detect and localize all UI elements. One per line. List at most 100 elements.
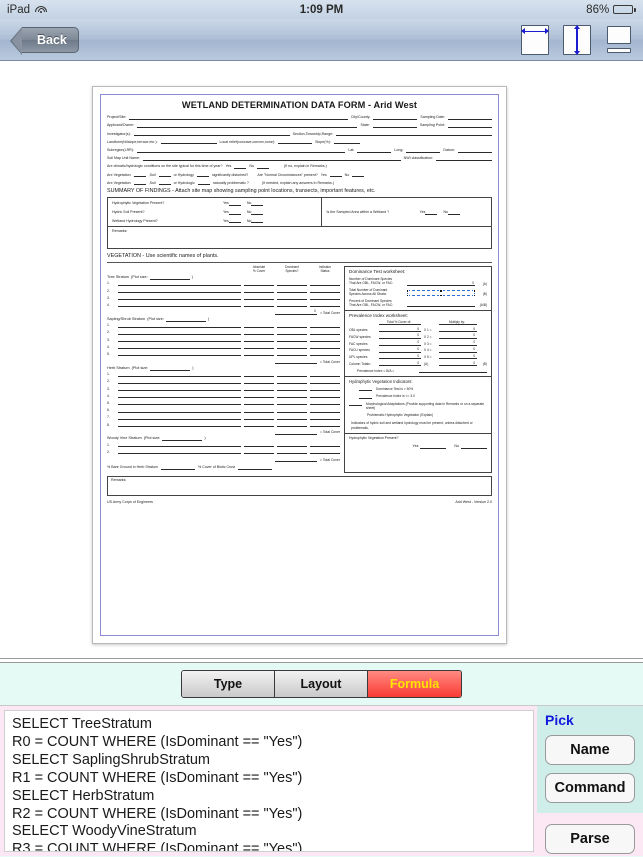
summary-remarks-field[interactable]: Remarks: — [108, 226, 491, 248]
climatic-yes-field[interactable] — [234, 164, 247, 169]
species-name-field[interactable] — [118, 345, 241, 350]
sampling-point-field[interactable] — [448, 123, 492, 128]
page-split-icon[interactable] — [605, 25, 633, 55]
indicator-field[interactable] — [310, 303, 340, 308]
soil-map-unit-field[interactable] — [142, 156, 401, 161]
form-page[interactable]: WETLAND DETERMINATION DATA FORM - Arid W… — [92, 86, 507, 644]
dominant-field[interactable] — [277, 303, 307, 308]
resize-handle-bottom-right[interactable] — [472, 293, 476, 297]
dominant-field[interactable] — [277, 288, 307, 293]
species-name-field[interactable] — [118, 372, 241, 377]
percent-dominant-field[interactable] — [407, 302, 475, 307]
local-relief-field[interactable] — [278, 140, 313, 145]
species-name-field[interactable] — [118, 394, 241, 399]
indicator-field[interactable] — [310, 394, 340, 399]
cover-field[interactable] — [244, 281, 274, 286]
sampling-date-field[interactable] — [448, 115, 492, 120]
herb-plot-size-field[interactable] — [150, 366, 191, 371]
cover-field[interactable] — [244, 422, 274, 427]
back-button[interactable]: Back — [10, 26, 79, 55]
cover-field[interactable] — [244, 443, 274, 448]
fit-height-icon[interactable] — [563, 24, 591, 55]
species-name-field[interactable] — [118, 296, 241, 301]
tab-layout[interactable]: Layout — [275, 671, 368, 697]
soil-problematic-field[interactable] — [158, 181, 171, 186]
dominant-field[interactable] — [277, 330, 307, 335]
dominant-field[interactable] — [277, 379, 307, 384]
dominant-obl-facw-fac-field[interactable]: 0 — [407, 281, 475, 286]
tree-total-cover-field[interactable]: 0 — [274, 309, 317, 315]
resize-handle-bottom-left[interactable] — [406, 293, 410, 297]
woody-vine-total-cover-field[interactable] — [274, 457, 317, 463]
indicator-field[interactable] — [310, 330, 340, 335]
sampled-area-no-field[interactable] — [448, 210, 461, 215]
resize-handle-top-middle[interactable] — [439, 289, 443, 293]
cover-field[interactable] — [244, 330, 274, 335]
morphological-adaptations-checkbox[interactable] — [349, 402, 362, 407]
dominant-field[interactable] — [277, 372, 307, 377]
dominant-field[interactable] — [277, 394, 307, 399]
vegetation-problematic-field[interactable] — [133, 181, 146, 186]
prevalence-index-field[interactable] — [419, 368, 487, 374]
applicant-owner-field[interactable] — [137, 123, 358, 128]
investigators-field[interactable] — [133, 132, 290, 137]
species-name-field[interactable] — [118, 352, 241, 357]
bare-ground-field[interactable] — [160, 465, 195, 470]
hydrophytic-present-no-field[interactable] — [461, 444, 487, 450]
resize-handle-bottom-middle[interactable] — [439, 293, 443, 297]
cover-field[interactable] — [244, 288, 274, 293]
column-total-b-field[interactable]: 0 — [439, 361, 477, 367]
climatic-no-field[interactable] — [256, 164, 269, 169]
datum-field[interactable] — [458, 148, 492, 153]
cover-field[interactable] — [244, 345, 274, 350]
fac-cover-field[interactable]: 0 — [379, 341, 421, 346]
tree-plot-size-field[interactable] — [149, 275, 190, 280]
indicator-field[interactable] — [310, 337, 340, 343]
facw-result-field[interactable]: 0 — [439, 334, 477, 340]
species-name-field[interactable] — [118, 415, 241, 420]
indicator-field[interactable] — [310, 408, 340, 413]
fit-width-icon[interactable] — [521, 24, 549, 55]
indicator-field[interactable] — [310, 296, 340, 301]
resize-handle-top-left[interactable] — [406, 289, 410, 293]
species-name-field[interactable] — [118, 337, 241, 343]
species-name-field[interactable] — [118, 408, 241, 413]
species-name-field[interactable] — [118, 323, 241, 328]
herb-total-cover-field[interactable] — [274, 430, 317, 435]
cover-field[interactable] — [244, 296, 274, 301]
dominant-field[interactable] — [277, 401, 307, 406]
cover-field[interactable] — [244, 408, 274, 413]
dominant-field[interactable] — [277, 408, 307, 413]
nwi-classification-field[interactable] — [436, 156, 492, 161]
species-name-field[interactable] — [118, 330, 241, 335]
hydrophytic-vegetation-yes-field[interactable] — [228, 201, 241, 206]
biotic-crust-field[interactable] — [238, 465, 273, 470]
cover-field[interactable] — [244, 379, 274, 384]
indicator-field[interactable] — [310, 422, 340, 427]
species-name-field[interactable] — [118, 443, 241, 448]
formula-editor[interactable]: SELECT TreeStratum R0 = COUNT WHERE (IsD… — [4, 710, 534, 852]
vegetation-disturbed-field[interactable] — [133, 173, 146, 178]
indicator-field[interactable] — [310, 443, 340, 448]
obl-result-field[interactable]: 0 — [439, 327, 477, 333]
facu-result-field[interactable]: 0 — [439, 348, 477, 353]
species-name-field[interactable] — [118, 281, 241, 286]
total-dominant-species-field-selected[interactable] — [406, 289, 476, 297]
cover-field[interactable] — [244, 450, 274, 455]
cover-field[interactable] — [244, 394, 274, 399]
upl-cover-field[interactable]: 0 — [379, 354, 421, 360]
indicator-field[interactable] — [310, 415, 340, 420]
hydric-soil-yes-field[interactable] — [228, 210, 241, 215]
dominant-field[interactable] — [277, 281, 307, 286]
pick-name-button[interactable]: Name — [545, 735, 635, 765]
species-name-field[interactable] — [118, 288, 241, 293]
soil-disturbed-field[interactable] — [158, 173, 171, 178]
state-field[interactable] — [372, 123, 417, 128]
dominant-field[interactable] — [277, 323, 307, 328]
upl-result-field[interactable]: 0 — [439, 354, 477, 360]
dominant-field[interactable] — [277, 386, 307, 392]
tab-formula[interactable]: Formula — [368, 671, 461, 697]
indicator-field[interactable] — [310, 352, 340, 357]
indicator-field[interactable] — [310, 386, 340, 392]
dominance-test-checkbox[interactable] — [359, 387, 372, 392]
